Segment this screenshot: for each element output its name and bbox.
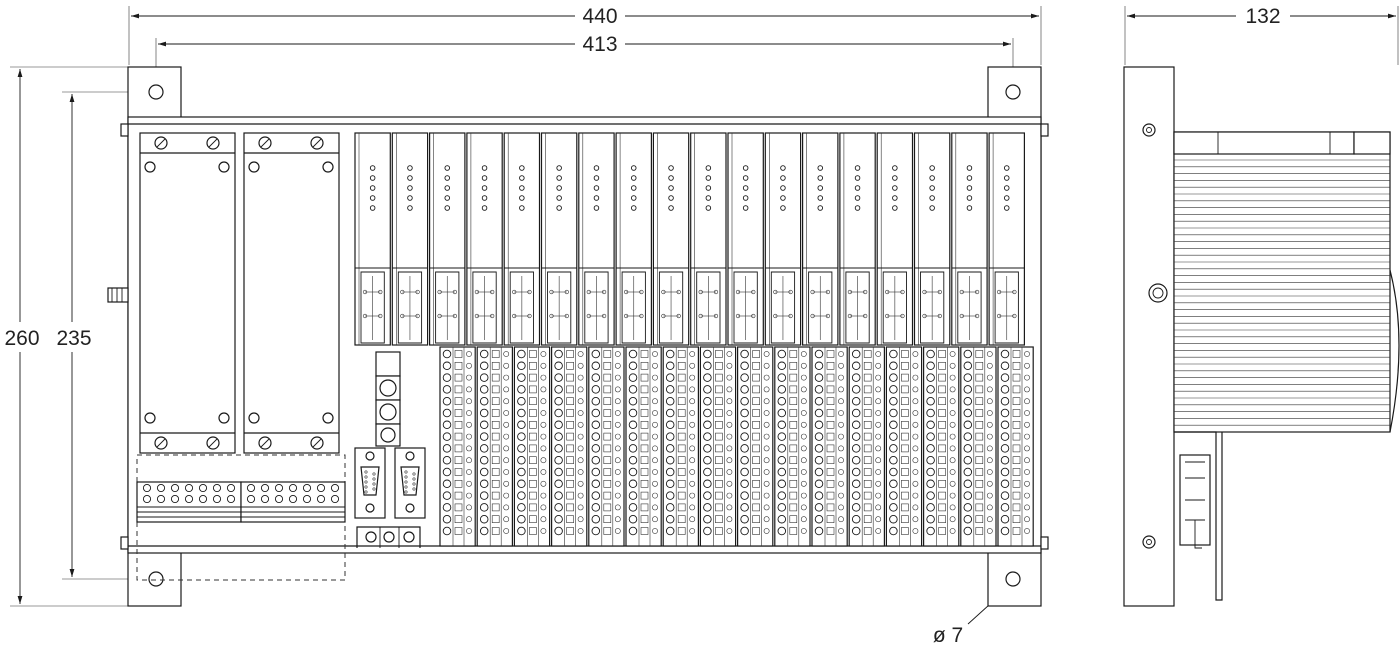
terminal-block (774, 346, 811, 547)
io-module (876, 132, 914, 346)
terminal-block (550, 346, 588, 547)
terminal-block (997, 346, 1034, 547)
dimension-hole-diameter: ø 7 (933, 624, 963, 647)
io-module (652, 132, 690, 346)
power-terminal-strip-2 (240, 481, 346, 523)
dimension-overall-width: 440 (582, 5, 617, 28)
io-module (913, 132, 951, 346)
io-module (801, 132, 839, 346)
terminal-block (625, 346, 662, 547)
side-bracket (1174, 431, 1223, 601)
terminal-block (811, 346, 848, 547)
io-module (615, 132, 652, 346)
connector-plate-1 (139, 132, 236, 454)
io-module (988, 132, 1025, 346)
terminal-block (960, 346, 997, 547)
io-module (764, 132, 802, 346)
terminal-block (662, 346, 700, 547)
dimension-overall-height: 260 (4, 327, 39, 350)
heatsink-body (1173, 131, 1391, 433)
front-view (107, 66, 1049, 607)
status-lamps (375, 351, 401, 447)
terminal-block (476, 346, 514, 547)
side-view (1123, 66, 1400, 607)
io-module (391, 132, 429, 346)
ground-stud (107, 287, 129, 303)
sub-d-connector-1 (354, 447, 386, 519)
terminal-block (736, 346, 774, 547)
io-module (503, 132, 541, 346)
io-module (727, 132, 764, 346)
sub-d-connector-2 (394, 447, 426, 519)
io-module (839, 132, 876, 346)
terminal-block (439, 346, 476, 547)
terminal-block (885, 346, 923, 547)
terminal-block (588, 346, 625, 547)
terminal-block (699, 346, 737, 547)
io-module (429, 132, 466, 346)
front-cover-curve (1389, 269, 1400, 433)
io-module (951, 132, 988, 346)
power-terminal-strip-1 (136, 481, 242, 523)
io-module (354, 132, 391, 346)
io-module (466, 132, 503, 346)
terminal-block (922, 346, 960, 547)
terminal-block (513, 346, 551, 547)
dimension-hole-spacing-width: 413 (582, 33, 617, 56)
terminal-block (848, 346, 886, 547)
connector-plate-2 (243, 132, 340, 454)
dimension-depth: 132 (1245, 5, 1280, 28)
io-module (540, 132, 578, 346)
technical-drawing: 440 413 132 260 235 ø 7 (4, 5, 1400, 647)
side-flange (1123, 66, 1175, 607)
io-module (690, 132, 727, 346)
io-module (578, 132, 615, 346)
dimension-hole-spacing-height: 235 (56, 327, 91, 350)
